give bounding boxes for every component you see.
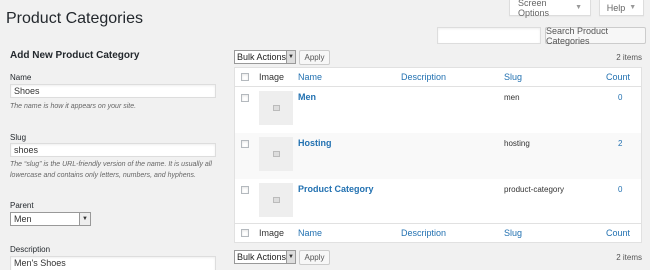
category-name-link[interactable]: Men	[298, 92, 316, 102]
screen-meta-links: Screen Options ▼ Help ▼	[509, 0, 644, 18]
bulk-actions-label: Bulk Actions	[237, 252, 287, 262]
select-all-checkbox-bottom[interactable]	[241, 229, 249, 237]
categories-table: Image Name Description Slug Count Men me…	[234, 67, 642, 243]
description-label: Description	[10, 245, 51, 254]
column-count[interactable]: Count	[606, 228, 630, 238]
table-footer: Image Name Description Slug Count	[235, 223, 641, 242]
table-row: Product Category product-category 0	[235, 179, 641, 225]
screen-options-label: Screen Options	[518, 0, 550, 18]
form-heading: Add New Product Category	[10, 50, 140, 61]
table-header: Image Name Description Slug Count	[235, 68, 641, 87]
bulk-actions-select-top[interactable]: Bulk Actions ▼	[234, 50, 296, 64]
row-checkbox[interactable]	[241, 94, 249, 102]
search-input[interactable]	[437, 27, 541, 44]
table-row: Men men 0	[235, 87, 641, 133]
description-field[interactable]: Men's Shoes	[10, 256, 216, 270]
parent-selected-value: Men	[14, 214, 32, 224]
column-image: Image	[259, 72, 285, 82]
table-row: Hosting hosting 2	[235, 133, 641, 179]
parent-select[interactable]: Men ▼	[10, 212, 91, 226]
search-categories-button[interactable]: Search Product Categories	[545, 26, 646, 46]
category-thumbnail	[259, 91, 293, 125]
items-count-bottom: 2 items	[616, 253, 642, 262]
category-name-link[interactable]: Hosting	[298, 138, 332, 148]
column-slug[interactable]: Slug	[504, 72, 522, 82]
items-count-top: 2 items	[616, 53, 642, 62]
column-name[interactable]: Name	[298, 72, 322, 82]
image-placeholder-icon	[272, 151, 280, 157]
column-description[interactable]: Description	[401, 72, 446, 82]
parent-label: Parent	[10, 201, 34, 210]
column-name[interactable]: Name	[298, 228, 322, 238]
category-count-link[interactable]: 0	[618, 185, 622, 194]
row-checkbox[interactable]	[241, 140, 249, 148]
category-thumbnail	[259, 137, 293, 171]
name-field[interactable]: Shoes	[10, 84, 216, 98]
page-title: Product Categories	[6, 10, 143, 27]
help-label: Help	[606, 2, 626, 13]
category-slug: hosting	[504, 139, 530, 148]
slug-hint: The “slug” is the URL-friendly version o…	[10, 161, 212, 179]
bulk-actions-select-bottom[interactable]: Bulk Actions ▼	[234, 250, 296, 264]
row-checkbox[interactable]	[241, 186, 249, 194]
category-count-link[interactable]: 2	[618, 139, 622, 148]
select-all-checkbox[interactable]	[241, 73, 249, 81]
category-thumbnail	[259, 183, 293, 217]
dropdown-arrow-icon: ▼	[286, 251, 295, 263]
category-slug: product-category	[504, 185, 565, 194]
caret-down-icon: ▼	[629, 4, 637, 11]
slug-label: Slug	[10, 133, 27, 142]
name-hint: The name is how it appears on your site.	[10, 103, 137, 110]
column-slug[interactable]: Slug	[504, 228, 522, 238]
bulk-actions-label: Bulk Actions	[237, 52, 287, 62]
image-placeholder-icon	[272, 105, 280, 111]
name-label: Name	[10, 73, 32, 82]
apply-button-top[interactable]: Apply	[299, 50, 330, 65]
screen-options-button[interactable]: Screen Options ▼	[509, 0, 591, 18]
category-slug: men	[504, 93, 520, 102]
slug-field[interactable]: shoes	[10, 143, 216, 157]
column-count[interactable]: Count	[606, 72, 630, 82]
dropdown-arrow-icon: ▼	[79, 213, 90, 225]
dropdown-arrow-icon: ▼	[286, 51, 295, 63]
category-count-link[interactable]: 0	[618, 93, 622, 102]
add-category-form: Add New Product Category Name Shoes The …	[10, 50, 217, 270]
apply-button-bottom[interactable]: Apply	[299, 250, 330, 265]
help-button[interactable]: Help ▼	[599, 0, 644, 16]
category-name-link[interactable]: Product Category	[298, 184, 374, 194]
column-description[interactable]: Description	[401, 228, 446, 238]
column-image: Image	[259, 228, 285, 238]
image-placeholder-icon	[272, 197, 280, 203]
caret-down-icon: ▼	[575, 4, 582, 11]
